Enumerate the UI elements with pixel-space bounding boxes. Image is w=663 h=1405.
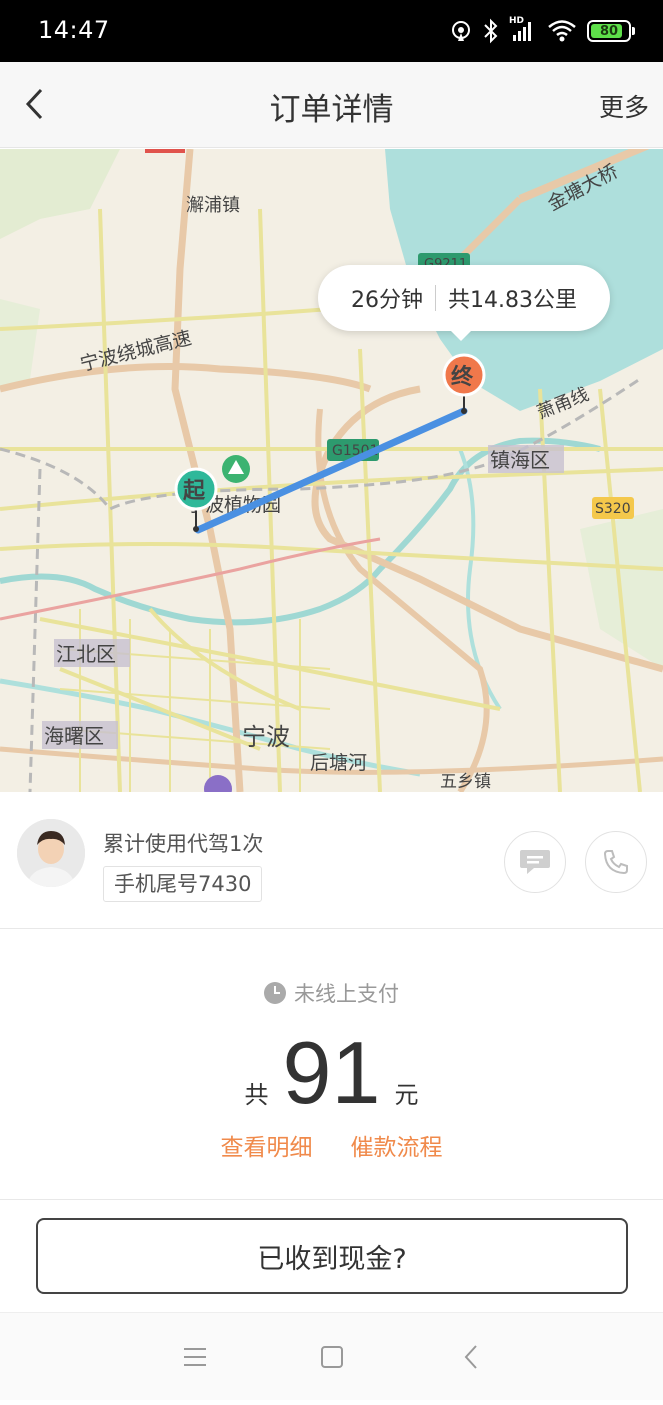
status-icons: HD 80: [449, 16, 635, 46]
battery-level: 80: [599, 23, 619, 39]
map-canvas: G9211 G1501 S320 澥浦镇 金塘大桥 宁波绕城高速 萧甬线 镇海区…: [0, 149, 663, 792]
hotspot-icon: [452, 21, 470, 41]
amount-value: 91: [282, 1023, 381, 1122]
amount-row: 共 91 元: [0, 1022, 663, 1124]
nav-bar: 订单详情 更多: [0, 62, 663, 148]
route-duration: 26分钟: [351, 288, 423, 313]
map-label-wuxiang: 五乡镇: [440, 772, 491, 792]
battery-icon: 80: [587, 20, 635, 42]
view-detail-link[interactable]: 查看明细: [221, 1128, 313, 1162]
amount-unit: 元: [394, 1081, 419, 1109]
status-time: 14:47: [38, 16, 110, 44]
system-nav-bar: [0, 1312, 663, 1400]
payment-links: 查看明细 催款流程: [0, 1128, 663, 1162]
bluetooth-icon: [484, 18, 498, 44]
collection-process-link[interactable]: 催款流程: [351, 1128, 443, 1162]
bubble-divider: [435, 285, 436, 311]
map-label-s320: S320: [595, 501, 631, 517]
map-label-zhenhai: 镇海区: [490, 448, 550, 472]
payment-status: 未线上支付: [0, 978, 663, 1008]
call-button[interactable]: [585, 831, 647, 893]
clock-icon: [264, 982, 286, 1004]
route-map[interactable]: G9211 G1501 S320 澥浦镇 金塘大桥 宁波绕城高速 萧甬线 镇海区…: [0, 149, 663, 792]
cash-received-button[interactable]: 已收到现金?: [36, 1218, 628, 1294]
map-label-jiangbei: 江北区: [56, 642, 116, 666]
signal-icon: HD: [509, 16, 537, 44]
user-avatar-icon: [17, 819, 85, 887]
status-bar: 14:47 HD 80: [0, 0, 663, 62]
customer-info: 累计使用代驾1次 手机尾号7430: [0, 792, 663, 929]
start-marker-label: 起: [182, 479, 206, 504]
map-label-ningbo: 宁波: [242, 723, 290, 751]
route-distance: 共14.83公里: [448, 288, 577, 313]
route-summary-bubble: 26分钟 共14.83公里: [318, 265, 610, 341]
usage-count: 累计使用代驾1次: [103, 832, 264, 856]
phone-tail-tag: 手机尾号7430: [103, 866, 263, 902]
map-label-houtang: 后塘河: [310, 752, 367, 774]
system-back-icon[interactable]: [464, 1345, 477, 1369]
home-icon[interactable]: [321, 1346, 343, 1368]
more-button[interactable]: 更多: [599, 88, 649, 124]
avatar: [17, 819, 85, 887]
payment-status-text: 未线上支付: [294, 982, 399, 1006]
phone-icon: [603, 850, 628, 875]
wifi-icon: [548, 20, 576, 42]
map-label-haishu: 海曙区: [44, 724, 104, 748]
map-label-xiepu: 澥浦镇: [186, 195, 240, 216]
page-title: 订单详情: [269, 92, 394, 128]
menu-icon[interactable]: [175, 1343, 215, 1373]
chat-bubble-icon: [520, 850, 550, 874]
end-marker-label: 终: [451, 364, 474, 390]
message-button[interactable]: [504, 831, 566, 893]
payment-section: 未线上支付 共 91 元 查看明细 催款流程: [0, 930, 663, 1200]
amount-prefix: 共: [244, 1081, 269, 1109]
